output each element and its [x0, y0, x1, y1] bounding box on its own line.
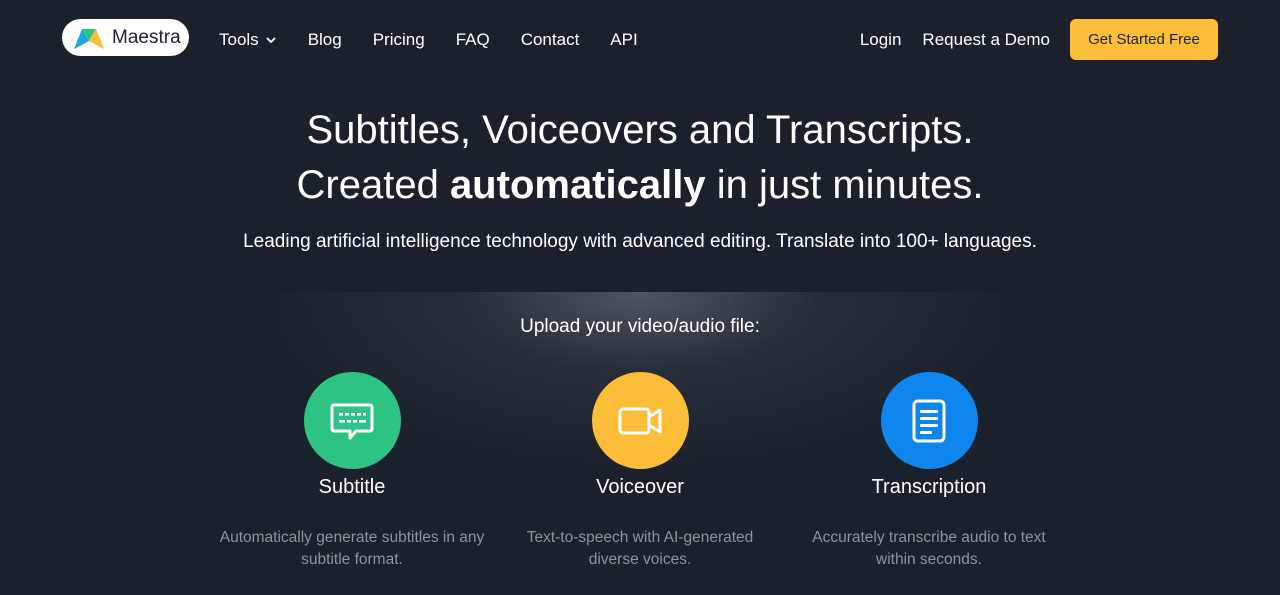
nav-tools-label: Tools [219, 30, 259, 49]
page: Maestra Tools Blog Pricing FAQ Contact A… [0, 0, 1280, 595]
subtitle-title: Subtitle [318, 476, 386, 498]
top-nav: Maestra Tools Blog Pricing FAQ Contact A… [0, 0, 1280, 80]
request-demo-link[interactable]: Request a Demo [922, 28, 1050, 52]
transcription-title: Transcription [871, 476, 987, 498]
nav-api[interactable]: API [610, 28, 637, 52]
nav-pricing[interactable]: Pricing [373, 28, 425, 52]
subtitle-description: Automatically generate subtitles in any … [219, 529, 485, 568]
hero-line-2-post: in just minutes. [705, 163, 984, 207]
primary-nav: Tools Blog Pricing FAQ Contact API [219, 28, 638, 52]
hero-title-line-1: Subtitles, Voiceovers and Transcripts. [306, 108, 974, 152]
hero-line-2-pre: Created [296, 163, 450, 207]
brand-logo[interactable]: Maestra [62, 19, 189, 56]
upload-label: Upload your video/audio file: [520, 316, 760, 337]
transcription-option[interactable]: Transcription Accurately transcribe audi… [784, 372, 1074, 571]
voiceover-title: Voiceover [596, 476, 684, 498]
nav-contact[interactable]: Contact [521, 28, 580, 52]
nav-blog[interactable]: Blog [308, 28, 342, 52]
login-link[interactable]: Login [860, 28, 902, 52]
nav-tools[interactable]: Tools [219, 28, 277, 52]
hero-subtitle: Leading artificial intelligence technolo… [243, 231, 1037, 252]
nav-actions: Login Request a Demo Get Started Free [860, 19, 1218, 60]
hero-title-line-2: Created automatically in just minutes. [0, 163, 1280, 208]
document-icon [912, 399, 946, 442]
nav-faq[interactable]: FAQ [456, 28, 490, 52]
get-started-button[interactable]: Get Started Free [1070, 19, 1218, 60]
voiceover-circle-button[interactable] [591, 372, 689, 469]
subtitle-circle-button[interactable] [303, 372, 401, 469]
brand-name: Maestra [112, 26, 181, 48]
maestra-logo-icon [74, 28, 104, 49]
hero-line-2-bold: automatically [449, 163, 706, 207]
subtitle-option[interactable]: Subtitle Automatically generate subtitle… [207, 372, 497, 571]
chevron-down-icon [266, 37, 276, 43]
voiceover-description: Text-to-speech with AI-generated diverse… [526, 529, 754, 568]
voiceover-option[interactable]: Voiceover Text-to-speech with AI-generat… [495, 372, 785, 571]
subtitle-chat-icon [330, 403, 374, 439]
transcription-description: Accurately transcribe audio to text with… [812, 529, 1046, 568]
video-camera-icon [618, 407, 662, 434]
transcription-circle-button[interactable] [880, 372, 978, 469]
